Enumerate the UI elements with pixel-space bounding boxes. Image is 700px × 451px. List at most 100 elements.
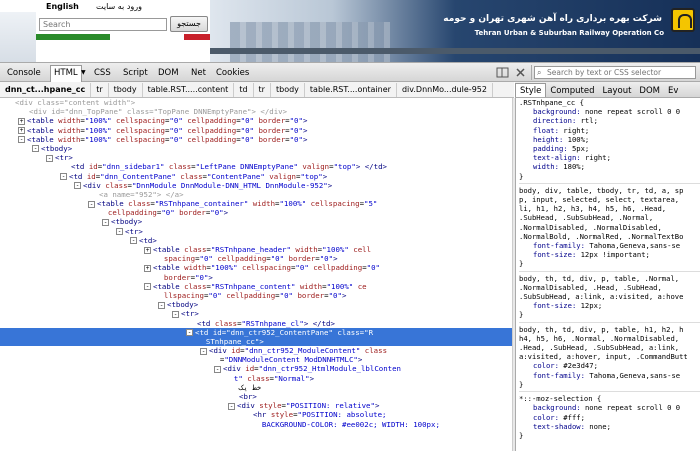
firebug-search-input[interactable]	[535, 67, 695, 78]
tree-node[interactable]: <div class="content width">	[0, 98, 512, 107]
expand-icon[interactable]: +	[144, 264, 151, 272]
collapse-icon[interactable]: -	[74, 182, 81, 190]
css-selector[interactable]: body, th, td, div, p, table, h1, h2, h h…	[519, 325, 700, 362]
tree-node[interactable]: - <table width="100%" cellspacing="0" cel…	[0, 135, 512, 144]
english-link[interactable]: English	[46, 2, 79, 11]
side-tab-layout[interactable]: Layout	[599, 84, 636, 97]
tree-node[interactable]: - <tr>	[0, 309, 512, 318]
tree-node[interactable]: ="DNNModuleContent ModDNNHTMLC">	[0, 355, 512, 364]
tree-node[interactable]: - <tbody>	[0, 144, 512, 153]
css-property[interactable]: padding: 5px;	[519, 144, 700, 153]
tree-node[interactable]: - <tbody>	[0, 217, 512, 226]
tree-node[interactable]: - <div style="POSITION: relative">	[0, 401, 512, 410]
tree-node[interactable]: <td class="RSTnhpane_cl"> </td>	[0, 319, 512, 328]
collapse-icon[interactable]: -	[228, 402, 235, 410]
collapse-icon[interactable]: -	[116, 228, 123, 236]
selected-tree-node[interactable]: STnhpane_cc">	[0, 336, 512, 347]
css-selector[interactable]: .RSTnhpane_cc {	[519, 98, 700, 107]
tab-cookies[interactable]: Cookies	[213, 66, 252, 80]
breadcrumb-item[interactable]: tbody	[109, 83, 143, 97]
tree-node[interactable]: <div id="dnn_TopPane" class="TopPane DNN…	[0, 107, 512, 116]
css-property[interactable]: font-family: Tahoma,Geneva,sans-se	[519, 371, 700, 380]
tree-node[interactable]: border="0">	[0, 273, 512, 282]
site-search-input[interactable]	[40, 19, 166, 30]
css-property[interactable]: font-size: 12px !important;	[519, 250, 700, 259]
tree-node[interactable]: <hr style="POSITION: absolute;	[0, 410, 512, 419]
tab-html[interactable]: HTML	[50, 65, 82, 82]
css-selector[interactable]: body, div, table, tbody, tr, td, a, sp p…	[519, 186, 700, 241]
tree-node[interactable]: - <div id="dnn_ctr952_ModuleContent" clas…	[0, 346, 512, 355]
tree-node[interactable]: - <div class="DnnModule DnnModule-DNN_HTM…	[0, 181, 512, 190]
tree-node[interactable]: - <div id="dnn_ctr952_HtmlModule_lblConte…	[0, 364, 512, 373]
expand-icon[interactable]: +	[144, 246, 151, 254]
tree-node[interactable]: + <table width="100%" cellspacing="0" cel…	[0, 116, 512, 125]
collapse-icon[interactable]: -	[172, 310, 179, 318]
breadcrumb-item[interactable]: tr	[91, 83, 109, 97]
tree-node[interactable]: - <table class="RSTnhpane_content" width=…	[0, 282, 512, 291]
css-property[interactable]: float: right;	[519, 126, 700, 135]
collapse-icon[interactable]: -	[32, 145, 39, 153]
css-property[interactable]: background: none repeat scroll 0 0	[519, 107, 700, 116]
css-property[interactable]: color: #2e3d47;	[519, 361, 700, 370]
collapse-icon[interactable]: -	[46, 154, 53, 162]
tree-node[interactable]: <td id="dnn_sidebar1" class="LeftPane DN…	[0, 162, 512, 171]
tree-node[interactable]: - <td>	[0, 236, 512, 245]
collapse-icon[interactable]: -	[186, 329, 193, 337]
breadcrumb-item[interactable]: tr	[254, 83, 271, 97]
tree-node[interactable]: + <table width="100%" cellspacing="0" cel…	[0, 263, 512, 272]
css-property[interactable]: color: #fff;	[519, 413, 700, 422]
side-tab-computed[interactable]: Computed	[546, 84, 598, 97]
tree-node[interactable]: spacing="0" cellpadding="0" border="0">	[0, 254, 512, 263]
tree-node[interactable]: - <td id="dnn_ContentPane" class="Content…	[0, 172, 512, 181]
breadcrumb-item[interactable]: table.RST.....content	[143, 83, 235, 97]
tree-node[interactable]: - <table class="RSTnhpane_container" widt…	[0, 199, 512, 208]
css-property[interactable]: direction: rtl;	[519, 116, 700, 125]
css-property[interactable]: text-shadow: none;	[519, 422, 700, 431]
tab-script[interactable]: Script	[120, 66, 151, 80]
css-property[interactable]: font-family: Tahoma,Geneva,sans-se	[519, 241, 700, 250]
firebug-search-box[interactable]: ⌕	[534, 66, 696, 79]
tree-node[interactable]: t" class="Normal">	[0, 374, 512, 383]
html-tab-dropdown-icon[interactable]: ▼	[78, 66, 89, 80]
tab-dom[interactable]: DOM	[155, 66, 182, 80]
css-selector[interactable]: body, th, td, div, p, table, .Normal, .N…	[519, 274, 700, 302]
collapse-icon[interactable]: -	[130, 237, 137, 245]
collapse-icon[interactable]: -	[88, 200, 95, 208]
tree-node[interactable]: BACKGROUND-COLOR: #ee002c; WIDTH: 100px;	[0, 420, 512, 429]
breadcrumb-item[interactable]: div.DnnMo...dule-952	[397, 83, 493, 97]
split-view-icon[interactable]	[496, 66, 510, 79]
css-property[interactable]: height: 100%;	[519, 135, 700, 144]
style-panel[interactable]: .RSTnhpane_cc {background: none repeat s…	[515, 98, 700, 451]
css-selector[interactable]: *::-moz-selection {	[519, 394, 700, 403]
breadcrumb-item[interactable]: dnn_ct...hpane_cc	[0, 83, 92, 97]
css-property[interactable]: width: 180%;	[519, 162, 700, 171]
breadcrumb-item[interactable]: tbody	[271, 83, 305, 97]
tab-css[interactable]: CSS	[91, 66, 114, 80]
css-property[interactable]: font-size: 12px;	[519, 301, 700, 310]
tab-net[interactable]: Net	[188, 66, 209, 80]
tree-node[interactable]: - <tr>	[0, 153, 512, 162]
tree-node[interactable]: + <table class="RSTnhpane_header" width="…	[0, 245, 512, 254]
tab-console[interactable]: Console	[4, 66, 44, 80]
side-tab-ev[interactable]: Ev	[664, 84, 682, 97]
collapse-icon[interactable]: -	[144, 283, 151, 291]
close-icon[interactable]	[514, 66, 528, 79]
breadcrumb-item[interactable]: td	[234, 83, 254, 97]
breadcrumb-item[interactable]: table.RST....ontainer	[305, 83, 397, 97]
tree-node[interactable]: خط یک	[0, 383, 512, 392]
collapse-icon[interactable]: -	[60, 173, 67, 180]
tree-node[interactable]: <br>	[0, 392, 512, 401]
collapse-icon[interactable]: -	[200, 347, 207, 355]
tree-node[interactable]: + <table width="100%" cellspacing="0" cel…	[0, 126, 512, 135]
collapse-icon[interactable]: -	[102, 218, 109, 226]
css-property[interactable]: background: none repeat scroll 0 0	[519, 403, 700, 412]
login-link[interactable]: ورود به سایت	[96, 2, 142, 11]
site-search-button[interactable]: جستجو	[170, 16, 208, 32]
selected-tree-node[interactable]: - <td id="dnn_ctr952_ContentPane" class="…	[0, 327, 512, 337]
side-tab-style[interactable]: Style	[515, 83, 547, 97]
collapse-icon[interactable]: -	[18, 136, 25, 144]
css-property[interactable]: text-align: right;	[519, 153, 700, 162]
tree-node[interactable]: cellpadding="0" border="0">	[0, 208, 512, 217]
tree-node[interactable]: llspacing="0" cellpadding="0" border="0"…	[0, 291, 512, 300]
collapse-icon[interactable]: -	[214, 365, 221, 373]
